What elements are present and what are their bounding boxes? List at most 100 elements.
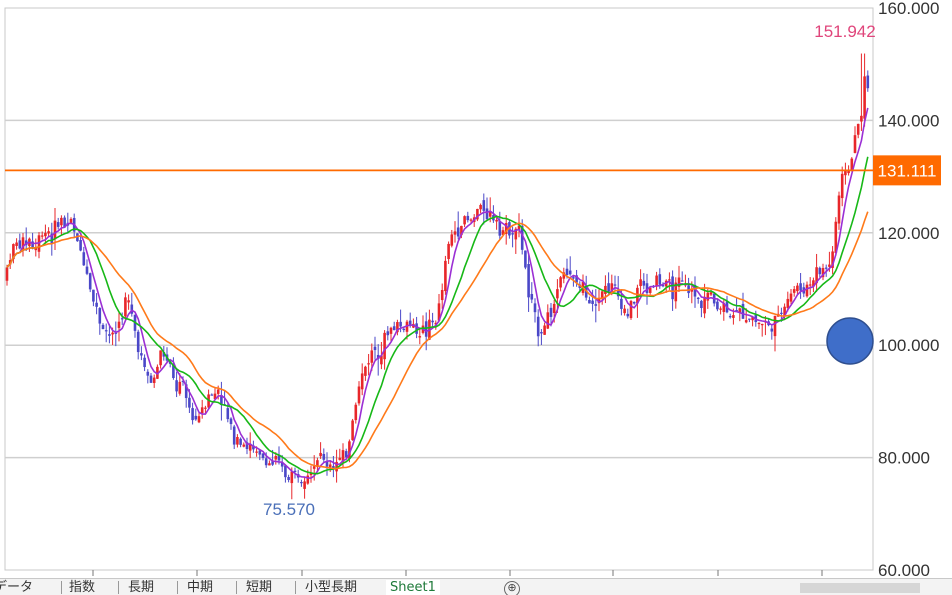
candle-body <box>373 346 377 351</box>
candle-body <box>290 471 294 484</box>
candle-body <box>719 308 722 310</box>
candle-body <box>853 135 857 153</box>
candle-body <box>178 381 182 394</box>
candle-body <box>232 426 236 445</box>
candle-body <box>268 463 271 466</box>
candle-body <box>511 233 514 235</box>
candle-body <box>88 273 92 290</box>
candle-body <box>613 284 617 286</box>
candle-body <box>18 240 22 249</box>
candle-body <box>82 252 86 266</box>
candle-body <box>60 217 63 226</box>
candle-body <box>757 322 761 325</box>
tab-long-term[interactable]: 長期 <box>128 580 154 595</box>
candle-body <box>120 318 124 320</box>
candle-body <box>748 318 751 320</box>
candle-body <box>604 285 607 294</box>
candle-body <box>15 242 18 246</box>
candle-body <box>863 76 866 119</box>
candle-body <box>559 277 562 288</box>
min-value-label: 75.570 <box>263 500 315 519</box>
candle-body <box>658 274 662 285</box>
candle-body <box>357 386 361 404</box>
candle-body <box>367 363 370 365</box>
candle-body <box>530 293 534 300</box>
tab-data[interactable]: データ <box>0 580 33 595</box>
max-value-label: 151.942 <box>814 22 875 41</box>
candle-body <box>140 353 143 356</box>
tab-index[interactable]: 指数 <box>69 580 95 595</box>
candle-body <box>856 123 860 135</box>
candle-body <box>56 222 60 227</box>
horizontal-scrollbar[interactable] <box>800 583 920 593</box>
candlestick-chart: 131.111 160.000 140.000 120.000 100.000 80.0… <box>4 0 941 580</box>
candle-body <box>95 302 98 307</box>
candle-body <box>274 456 278 460</box>
candle-body <box>540 332 543 334</box>
candle-body <box>527 263 530 298</box>
candle-body <box>866 75 870 89</box>
candle-body <box>744 320 748 323</box>
candle-body <box>796 285 799 292</box>
tab-short-term[interactable]: 短期 <box>246 580 272 595</box>
candle-body <box>463 216 466 225</box>
candle-body <box>143 357 146 368</box>
candle-body <box>479 204 482 210</box>
candle-body <box>482 200 486 211</box>
candle-body <box>696 297 700 299</box>
candle-body <box>808 284 812 286</box>
candle-body <box>389 327 393 334</box>
candle-body <box>549 307 553 317</box>
candle-body <box>242 444 246 447</box>
candle-body <box>98 308 102 324</box>
candle-body <box>370 350 374 363</box>
candle-body <box>469 219 473 221</box>
candle-body <box>655 275 658 287</box>
candle-body <box>284 465 287 478</box>
candle-body <box>306 475 310 484</box>
candle-body <box>700 300 703 309</box>
candle-body <box>261 453 265 459</box>
add-sheet-icon[interactable]: ⊕ <box>504 581 520 595</box>
candle-body <box>101 324 105 330</box>
x-axis-ticks <box>92 570 823 576</box>
candle-body <box>716 301 719 310</box>
candle-body <box>453 231 457 235</box>
candle-body <box>770 328 774 332</box>
candle-body <box>152 377 156 384</box>
candle-body <box>418 336 422 338</box>
candle-body <box>124 297 127 317</box>
current-price-label: 131.111 <box>878 161 937 180</box>
candle-body <box>668 279 671 281</box>
candle-body <box>159 350 162 366</box>
tab-sheet1[interactable]: Sheet1 <box>386 580 440 595</box>
candle-body <box>338 457 342 460</box>
candle-body <box>671 276 674 300</box>
candle-body <box>287 477 290 481</box>
candle-body <box>594 304 598 306</box>
candle-body <box>543 325 546 335</box>
tab-separator <box>61 581 62 594</box>
candle-body <box>844 170 847 176</box>
candle-body <box>255 451 258 453</box>
candle-body <box>85 266 89 274</box>
candle <box>524 250 527 270</box>
tab-small-long-term[interactable]: 小型長期 <box>305 580 357 595</box>
candle-body <box>629 301 633 319</box>
candle-body <box>588 300 591 304</box>
candle-body <box>226 408 230 420</box>
candle-body <box>402 328 406 331</box>
candle <box>88 272 92 293</box>
tab-separator <box>118 581 119 594</box>
candle-body <box>447 243 450 260</box>
tab-mid-term[interactable]: 中期 <box>187 580 213 595</box>
candle-body <box>780 312 783 314</box>
candle-body <box>706 292 710 301</box>
candle-body <box>818 267 822 275</box>
candle-body <box>194 415 198 420</box>
candle-body <box>786 298 790 309</box>
candle-body <box>111 332 114 335</box>
y-tick-label: 160.000 <box>878 0 939 18</box>
candle-body <box>840 173 844 199</box>
candle-body <box>146 371 150 376</box>
